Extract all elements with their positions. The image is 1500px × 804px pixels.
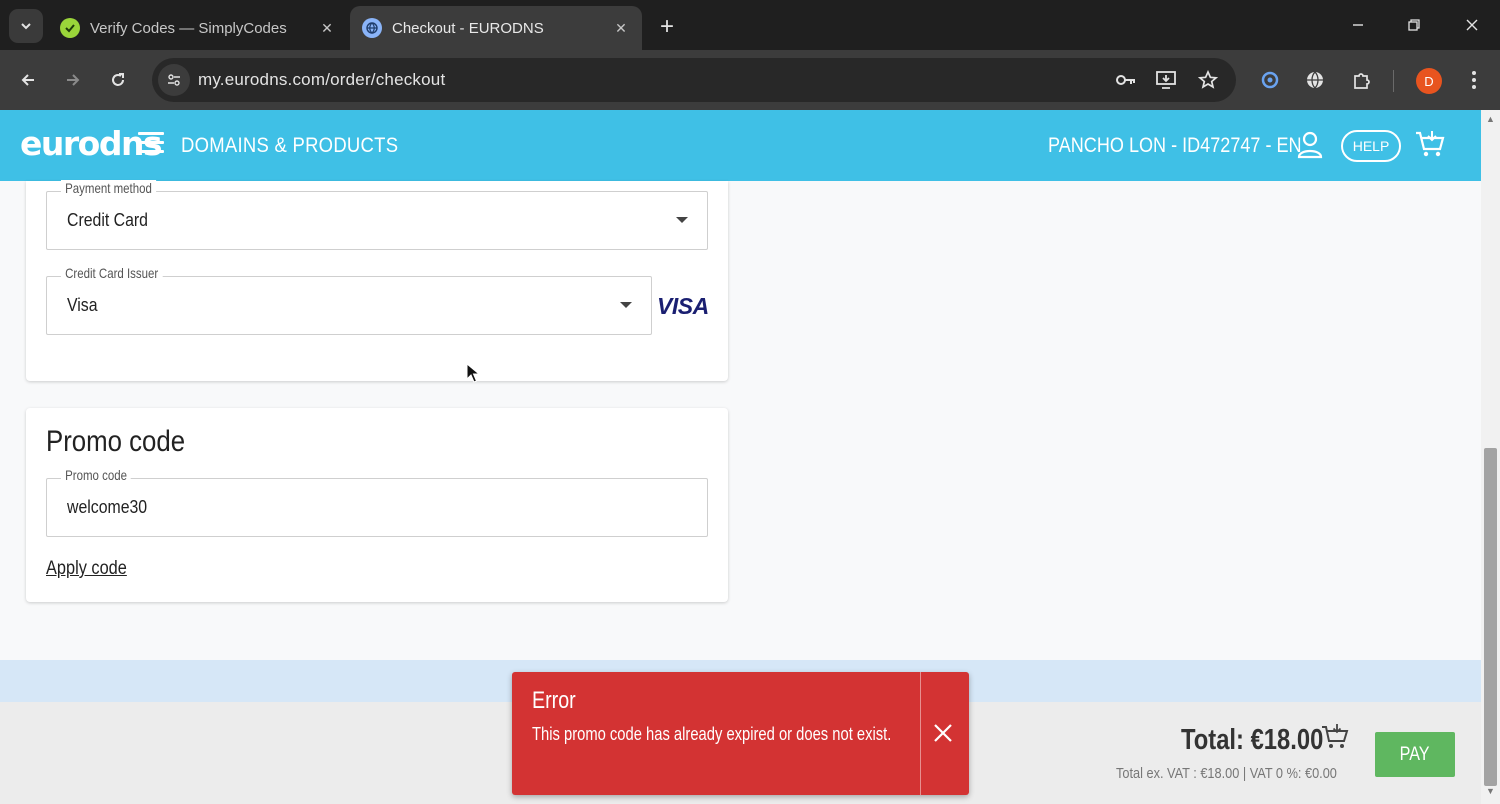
error-toast-title: Error: [532, 687, 576, 714]
address-bar[interactable]: my.eurodns.com/order/checkout: [152, 58, 1236, 102]
tab-eurodns-checkout[interactable]: Checkout - EURODNS ✕: [350, 6, 642, 50]
cart-icon[interactable]: [1320, 722, 1350, 752]
close-tab-icon[interactable]: ✕: [610, 17, 632, 39]
visa-logo: VISA: [657, 293, 709, 319]
hamburger-menu-icon[interactable]: [138, 132, 164, 156]
globe-favicon-icon: [362, 18, 382, 38]
payment-method-label: Payment method: [61, 180, 156, 196]
install-app-icon[interactable]: [1152, 66, 1180, 94]
cart-icon[interactable]: [1414, 128, 1446, 160]
url-text[interactable]: my.eurodns.com/order/checkout: [198, 70, 445, 90]
payment-card: Payment method Credit Card Credit Card I…: [26, 180, 728, 381]
reload-icon: [112, 73, 124, 86]
promo-code-value[interactable]: welcome30: [67, 497, 147, 518]
error-toast: Error This promo code has already expire…: [512, 672, 969, 795]
toolbar-separator: [1393, 70, 1394, 92]
tune-icon: [168, 74, 180, 86]
promo-code-title: Promo code: [46, 425, 186, 458]
domains-products-nav[interactable]: DOMAINS & PRODUCTS: [181, 134, 398, 158]
account-label[interactable]: PANCHO LON - ID472747 - EN: [1048, 134, 1302, 158]
arrow-left-icon: [21, 74, 34, 86]
card-issuer-value: Visa: [67, 295, 98, 315]
pay-button[interactable]: PAY: [1375, 732, 1455, 777]
back-button[interactable]: [12, 64, 44, 96]
payment-method-select[interactable]: Payment method Credit Card: [46, 180, 708, 250]
close-icon[interactable]: [931, 721, 955, 745]
browser-tab-strip: Verify Codes — SimplyCodes ✕ Checkout - …: [0, 0, 1500, 50]
vat-breakdown: Total ex. VAT : €18.00 | VAT 0 %: €0.00: [1116, 765, 1337, 782]
order-total: Total: €18.00: [1181, 724, 1324, 756]
translate-globe-icon[interactable]: [1299, 64, 1331, 96]
scrollbar-thumb[interactable]: [1484, 448, 1497, 786]
close-tab-icon[interactable]: ✕: [316, 17, 338, 39]
error-toast-message: This promo code has already expired or d…: [532, 724, 892, 744]
site-header: eurodns DOMAINS & PRODUCTS PANCHO LON - …: [0, 110, 1481, 181]
pay-button-label: PAY: [1400, 743, 1430, 765]
restore-icon: [1408, 19, 1420, 31]
forward-button[interactable]: [57, 64, 89, 96]
dropdown-caret-icon: [620, 302, 632, 308]
simplycodes-favicon-icon: [60, 18, 80, 38]
profile-avatar[interactable]: D: [1416, 68, 1442, 94]
extensions-puzzle-icon[interactable]: [1346, 64, 1378, 96]
user-icon[interactable]: [1296, 130, 1324, 160]
promo-code-input[interactable]: Promo code welcome30: [46, 467, 708, 537]
tab-title: Checkout - EURODNS: [392, 19, 544, 37]
minimize-button[interactable]: [1338, 8, 1378, 42]
close-window-button[interactable]: [1452, 8, 1492, 42]
chevron-down-icon: [21, 23, 31, 30]
site-info-button[interactable]: [158, 64, 190, 96]
extension-circle-icon[interactable]: [1254, 64, 1286, 96]
bookmark-star-icon[interactable]: [1194, 66, 1222, 94]
payment-method-value: Credit Card: [67, 210, 148, 230]
browser-toolbar: my.eurodns.com/order/checkout: [0, 50, 1500, 110]
minimize-icon: [1353, 24, 1363, 26]
scroll-up-icon[interactable]: ▲: [1484, 114, 1497, 128]
arrow-right-icon: [67, 74, 80, 86]
promo-code-card: Promo code Promo code welcome30 Apply co…: [26, 408, 728, 602]
dropdown-caret-icon: [676, 217, 688, 223]
toast-divider: [920, 672, 921, 795]
help-button[interactable]: HELP: [1341, 130, 1401, 162]
browser-menu-icon[interactable]: [1458, 64, 1490, 96]
card-issuer-select[interactable]: Credit Card Issuer Visa: [46, 265, 652, 335]
password-key-icon[interactable]: [1112, 66, 1140, 94]
tab-simplycodes[interactable]: Verify Codes — SimplyCodes ✕: [48, 6, 348, 50]
apply-code-link[interactable]: Apply code: [46, 558, 127, 580]
card-issuer-label: Credit Card Issuer: [61, 265, 163, 281]
tab-title: Verify Codes — SimplyCodes: [90, 19, 287, 37]
new-tab-button[interactable]: +: [652, 12, 682, 42]
close-icon: [1466, 19, 1478, 31]
mouse-cursor-icon: [466, 363, 481, 383]
reload-button[interactable]: [102, 64, 134, 96]
restore-button[interactable]: [1394, 8, 1434, 42]
scroll-down-icon[interactable]: ▼: [1484, 786, 1497, 800]
promo-code-label: Promo code: [61, 467, 132, 483]
tab-search-button[interactable]: [9, 9, 43, 43]
